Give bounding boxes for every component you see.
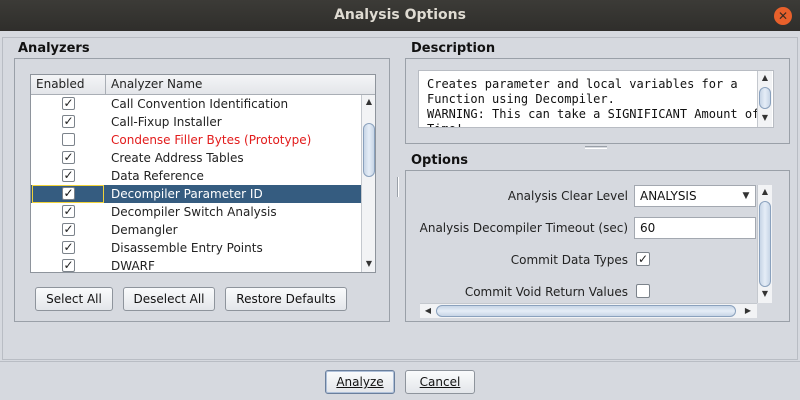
analyzer-table: Enabled Analyzer Name ✓ Call Convention I… [30, 74, 376, 273]
table-row[interactable]: ✓ Call Convention Identification [31, 95, 361, 113]
description-scrollbar[interactable]: ▲ ▼ [757, 71, 772, 127]
enabled-cell: ✓ [31, 221, 105, 239]
table-row[interactable]: ✓ Decompiler Switch Analysis [31, 203, 361, 221]
analyzer-name: Decompiler Switch Analysis [111, 205, 277, 219]
opt-scroll-up-icon[interactable]: ▲ [759, 187, 771, 196]
enabled-checkbox[interactable]: ✓ [62, 169, 75, 182]
opt-scroll-right-icon[interactable]: ▶ [742, 306, 754, 315]
commit-data-types-checkbox[interactable]: ✓ [636, 252, 650, 266]
h-splitter-grip-icon [585, 146, 607, 149]
cancel-label: Cancel [419, 375, 461, 389]
opt-scroll-thumb[interactable] [759, 201, 771, 287]
options-horizontal-scrollbar[interactable]: ◀ ▶ [420, 303, 757, 318]
clear-level-value: ANALYSIS [640, 189, 697, 203]
enabled-checkbox[interactable]: ✓ [62, 187, 75, 200]
vertical-splitter[interactable] [396, 37, 404, 360]
table-row[interactable]: ✓ Data Reference [31, 167, 361, 185]
enabled-cell: ✓ [31, 167, 105, 185]
table-vertical-scrollbar[interactable]: ▲ ▼ [361, 95, 375, 272]
timeout-input[interactable]: 60 [634, 217, 756, 239]
analyzer-name: Condense Filler Bytes (Prototype) [111, 133, 312, 147]
timeout-label: Analysis Decompiler Timeout (sec) [419, 221, 628, 235]
enabled-cell [31, 131, 105, 149]
chevron-down-icon[interactable]: ▼ [737, 186, 755, 206]
table-row[interactable]: ✓ Decompiler Parameter ID [31, 185, 361, 203]
options-title: Options [411, 153, 468, 168]
enabled-cell: ✓ [31, 239, 105, 257]
enabled-cell: ✓ [31, 257, 105, 272]
column-header-analyzer-name[interactable]: Analyzer Name [106, 75, 375, 95]
close-icon[interactable]: ✕ [774, 7, 792, 25]
table-row[interactable]: ✓ DWARF [31, 257, 361, 273]
opt-scroll-down-icon[interactable]: ▼ [759, 289, 771, 298]
options-vertical-scrollbar[interactable]: ▲ ▼ [757, 185, 772, 303]
window-titlebar: Analysis Options ✕ [0, 0, 800, 31]
desc-scroll-down-icon[interactable]: ▼ [759, 113, 771, 122]
splitter-grip-icon [397, 177, 399, 197]
column-header-enabled[interactable]: Enabled [31, 75, 106, 95]
enabled-checkbox[interactable]: ✓ [62, 97, 75, 110]
table-row[interactable]: ✓ Create Address Tables [31, 149, 361, 167]
scroll-down-icon[interactable]: ▼ [363, 259, 375, 268]
scroll-thumb[interactable] [363, 123, 375, 177]
enabled-cell: ✓ [31, 149, 105, 167]
desc-scroll-up-icon[interactable]: ▲ [759, 73, 771, 82]
description-text: Creates parameter and local variables fo… [418, 70, 774, 128]
description-title: Description [411, 41, 496, 56]
analyzer-name: Disassemble Entry Points [111, 241, 263, 255]
deselect-all-button[interactable]: Deselect All [123, 287, 215, 311]
table-row[interactable]: ✓ Disassemble Entry Points [31, 239, 361, 257]
enabled-cell: ✓ [31, 185, 105, 203]
analyzer-name: Create Address Tables [111, 151, 244, 165]
analyze-label: Analyze [336, 375, 384, 389]
enabled-checkbox[interactable]: ✓ [62, 259, 75, 272]
enabled-cell: ✓ [31, 203, 105, 221]
restore-defaults-button[interactable]: Restore Defaults [225, 287, 347, 311]
opt-hscroll-thumb[interactable] [436, 305, 736, 317]
scroll-up-icon[interactable]: ▲ [363, 97, 375, 106]
window-title: Analysis Options [334, 7, 466, 23]
analyzer-name: Call Convention Identification [111, 97, 289, 111]
analyzers-title: Analyzers [18, 41, 90, 56]
table-row[interactable]: ✓ Demangler [31, 221, 361, 239]
enabled-checkbox[interactable]: ✓ [62, 115, 75, 128]
opt-scroll-left-icon[interactable]: ◀ [422, 306, 434, 315]
table-row[interactable]: ✓ Call-Fixup Installer [31, 113, 361, 131]
analyze-button[interactable]: Analyze [325, 370, 395, 394]
clear-level-combo[interactable]: ANALYSIS ▼ [634, 185, 756, 207]
analyzer-name: Data Reference [111, 169, 204, 183]
enabled-checkbox[interactable]: ✓ [62, 241, 75, 254]
cancel-button[interactable]: Cancel [405, 370, 475, 394]
enabled-checkbox[interactable]: ✓ [62, 223, 75, 236]
analyzer-name: Call-Fixup Installer [111, 115, 222, 129]
desc-scroll-thumb[interactable] [759, 87, 771, 109]
commit-data-types-label: Commit Data Types [510, 253, 628, 267]
table-row[interactable]: Condense Filler Bytes (Prototype) [31, 131, 361, 149]
enabled-checkbox[interactable]: ✓ [62, 151, 75, 164]
analyzer-name: DWARF [111, 259, 155, 273]
enabled-checkbox[interactable] [62, 133, 75, 146]
enabled-checkbox[interactable]: ✓ [62, 205, 75, 218]
analyzer-name: Demangler [111, 223, 178, 237]
horizontal-splitter[interactable] [405, 144, 792, 151]
enabled-cell: ✓ [31, 113, 105, 131]
enabled-cell: ✓ [31, 95, 105, 113]
analyzer-name: Decompiler Parameter ID [111, 187, 263, 201]
commit-void-return-label: Commit Void Return Values [464, 285, 628, 299]
dialog-body: Analyzers Enabled Analyzer Name ✓ Call Co… [0, 31, 800, 400]
commit-void-return-checkbox[interactable] [636, 284, 650, 298]
table-header: Enabled Analyzer Name [31, 75, 375, 95]
select-all-button[interactable]: Select All [35, 287, 113, 311]
footer-divider [0, 361, 800, 362]
clear-level-label: Analysis Clear Level [507, 189, 628, 203]
